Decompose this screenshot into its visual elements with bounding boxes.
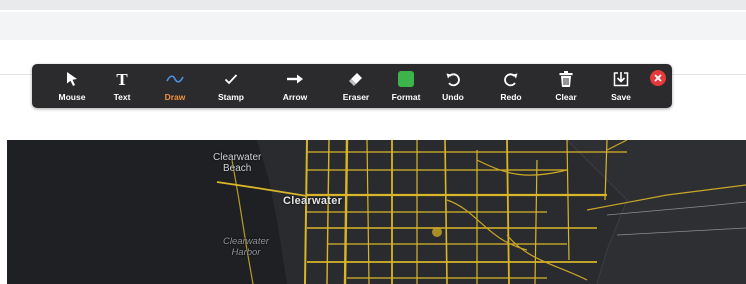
svg-text:T: T <box>116 71 128 87</box>
tool-eraser-label: Eraser <box>342 92 370 102</box>
cursor-icon <box>62 69 82 89</box>
tool-stamp[interactable]: Stamp <box>208 64 254 108</box>
tool-save[interactable]: Save <box>598 64 644 108</box>
arrow-icon <box>285 69 305 89</box>
tool-undo-label: Undo <box>442 92 464 102</box>
tool-format-label: Format <box>391 92 421 102</box>
draw-icon <box>165 69 185 89</box>
tool-clear[interactable]: Clear <box>543 64 589 108</box>
tool-redo-label: Redo <box>500 92 522 102</box>
checkmark-icon <box>221 69 241 89</box>
tool-draw-label: Draw <box>164 92 186 102</box>
tool-save-label: Save <box>611 92 631 102</box>
close-button[interactable] <box>650 69 666 91</box>
tool-eraser[interactable]: Eraser <box>333 64 379 108</box>
close-icon <box>650 69 666 91</box>
redo-icon <box>501 69 521 89</box>
tool-clear-label: Clear <box>555 92 577 102</box>
eraser-icon <box>346 69 366 89</box>
tool-text-label: Text <box>113 92 131 102</box>
undo-icon <box>443 69 463 89</box>
tool-draw[interactable]: Draw <box>152 64 198 108</box>
text-icon: T <box>112 69 132 89</box>
tool-arrow-label: Arrow <box>282 92 308 102</box>
tool-mouse-label: Mouse <box>58 92 86 102</box>
tool-redo[interactable]: Redo <box>488 64 534 108</box>
tool-arrow[interactable]: Arrow <box>272 64 318 108</box>
map-label-clearwater-beach: Clearwater Beach <box>213 152 262 174</box>
annotation-toolbar: Mouse T Text Draw Stamp Arrow Eraser For… <box>32 64 672 108</box>
save-icon <box>611 69 631 89</box>
map-label-clearwater: Clearwater <box>283 195 343 207</box>
map-label-clearwater-harbor: Clearwater Harbor <box>223 236 269 258</box>
tool-undo[interactable]: Undo <box>430 64 476 108</box>
tool-mouse[interactable]: Mouse <box>49 64 95 108</box>
tool-stamp-label: Stamp <box>218 92 244 102</box>
trash-icon <box>556 69 576 89</box>
header-band <box>0 12 746 40</box>
map-view[interactable]: Clearwater Beach Clearwater Clearwater H… <box>7 140 746 284</box>
format-swatch-icon <box>396 69 416 89</box>
top-strip <box>0 0 746 10</box>
tool-format[interactable]: Format <box>383 64 429 108</box>
map-roads <box>7 140 746 284</box>
tool-text[interactable]: T Text <box>99 64 145 108</box>
